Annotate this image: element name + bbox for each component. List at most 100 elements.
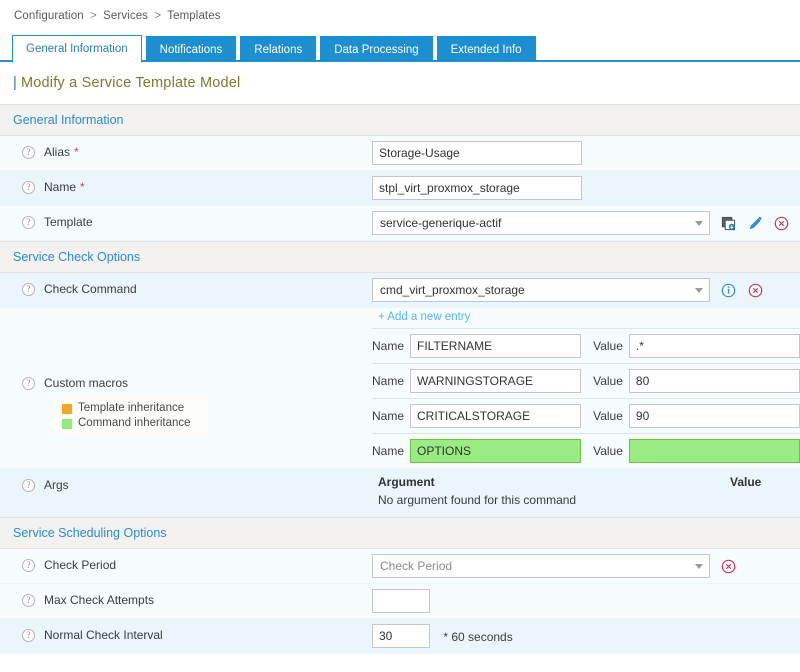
copy-icon[interactable] [721,216,736,231]
args-column-argument: Argument [378,475,730,489]
label-custom-macros-text: Custom macros [44,376,128,390]
page-title-text: Modify a Service Template Model [21,75,241,91]
label-check-period: ? Check Period [0,549,372,580]
macro-name-input[interactable] [410,404,581,428]
help-icon[interactable]: ? [22,377,35,390]
label-args-text: Args [44,478,69,492]
row-alias: ? Alias * [0,136,800,171]
label-alias: ? Alias * [0,136,372,167]
help-icon[interactable]: ? [22,594,35,607]
macro-value-label: Value [581,409,629,423]
row-check-period: ? Check Period Check Period [0,549,800,584]
tab-bar: General Information Notifications Relati… [0,34,800,62]
tab-extended-info[interactable]: Extended Info [437,36,536,62]
label-max-check-attempts: ? Max Check Attempts [0,584,372,615]
macro-value-input[interactable] [629,334,800,358]
breadcrumb-item-configuration[interactable]: Configuration [14,10,84,22]
page-title: |Modify a Service Template Model [0,62,800,104]
breadcrumb: Configuration > Services > Templates [0,0,800,30]
field-normal-check-interval: * 60 seconds [372,619,800,653]
macro-name-input[interactable] [410,334,581,358]
check-period-select-wrap: Check Period [372,554,710,578]
breadcrumb-item-services[interactable]: Services [103,10,148,22]
macro-value-label: Value [581,374,629,388]
delete-circle-icon[interactable] [721,559,736,574]
delete-circle-icon[interactable] [774,216,789,231]
legend-label-template-inheritance: Template inheritance [78,401,184,416]
field-template: service-generique-actif [372,206,800,240]
template-select[interactable]: service-generique-actif [372,211,710,235]
max-check-attempts-input[interactable] [372,589,430,613]
field-name [372,171,800,205]
section-heading-service-scheduling-options: Service Scheduling Options [0,517,800,549]
pencil-icon[interactable] [748,216,763,231]
swatch-template-inheritance [62,404,72,414]
row-args: ? Args Argument Value No argument found … [0,469,800,517]
add-new-entry-link[interactable]: + Add a new entry [372,308,800,328]
breadcrumb-separator: > [87,10,100,22]
tab-data-processing[interactable]: Data Processing [320,36,432,62]
macro-value-input[interactable] [629,439,800,463]
macro-value-label: Value [581,339,629,353]
macro-row: Name Value [372,433,800,468]
label-template: ? Template [0,206,372,237]
required-marker: * [74,145,79,159]
label-check-command: ? Check Command [0,273,372,304]
label-alias-text: Alias [44,145,70,159]
field-max-check-attempts [372,584,800,618]
normal-check-interval-unit: * 60 seconds [443,630,512,644]
field-alias [372,136,800,170]
tab-relations[interactable]: Relations [240,36,316,62]
macro-name-label: Name [372,444,410,458]
help-icon[interactable]: ? [22,559,35,572]
label-normal-check-interval-text: Normal Check Interval [44,628,163,642]
page-title-bar: | [13,75,17,91]
macro-value-input[interactable] [629,404,800,428]
breadcrumb-item-templates[interactable]: Templates [167,10,220,22]
row-template: ? Template service-generique-actif [0,206,800,241]
legend-item-template-inheritance: Template inheritance [62,401,191,416]
row-normal-check-interval: ? Normal Check Interval * 60 seconds [0,619,800,654]
service-template-form: General Information ? Alias * ? Name * ?… [0,104,800,654]
field-check-command: cmd_virt_proxmox_storage [372,273,800,307]
check-period-select[interactable]: Check Period [372,554,710,578]
macro-name-label: Name [372,374,410,388]
tab-notifications[interactable]: Notifications [146,36,237,62]
help-icon[interactable]: ? [22,479,35,492]
label-normal-check-interval: ? Normal Check Interval [0,619,372,650]
args-column-value: Value [730,475,761,489]
info-circle-icon[interactable] [721,283,736,298]
label-template-text: Template [44,215,93,229]
breadcrumb-separator: > [151,10,164,22]
macro-name-input[interactable] [410,369,581,393]
check-command-select[interactable]: cmd_virt_proxmox_storage [372,278,710,302]
row-max-check-attempts: ? Max Check Attempts [0,584,800,619]
label-check-period-text: Check Period [44,558,116,572]
help-icon[interactable]: ? [22,283,35,296]
macro-name-label: Name [372,409,410,423]
help-icon[interactable]: ? [22,146,35,159]
label-name-text: Name [44,180,76,194]
macro-row: Name Value [372,363,800,398]
alias-input[interactable] [372,141,582,165]
swatch-command-inheritance [62,419,72,429]
label-max-check-attempts-text: Max Check Attempts [44,593,154,607]
label-args: ? Args [0,469,372,500]
macro-value-input[interactable] [629,369,800,393]
help-icon[interactable]: ? [22,216,35,229]
macro-name-label: Name [372,339,410,353]
macro-name-input[interactable] [410,439,581,463]
macro-row: Name Value [372,398,800,433]
name-input[interactable] [372,176,582,200]
args-empty-message: No argument found for this command [372,491,800,511]
normal-check-interval-input[interactable] [372,624,430,648]
delete-circle-icon[interactable] [748,283,763,298]
tab-general-information[interactable]: General Information [12,35,142,63]
help-icon[interactable]: ? [22,629,35,642]
help-icon[interactable]: ? [22,181,35,194]
field-args: Argument Value No argument found for thi… [372,469,800,516]
macro-inheritance-legend: Template inheritance Command inheritance [54,396,207,436]
field-check-period: Check Period [372,549,800,583]
row-check-command: ? Check Command cmd_virt_proxmox_storage [0,273,800,308]
label-name: ? Name * [0,171,372,202]
